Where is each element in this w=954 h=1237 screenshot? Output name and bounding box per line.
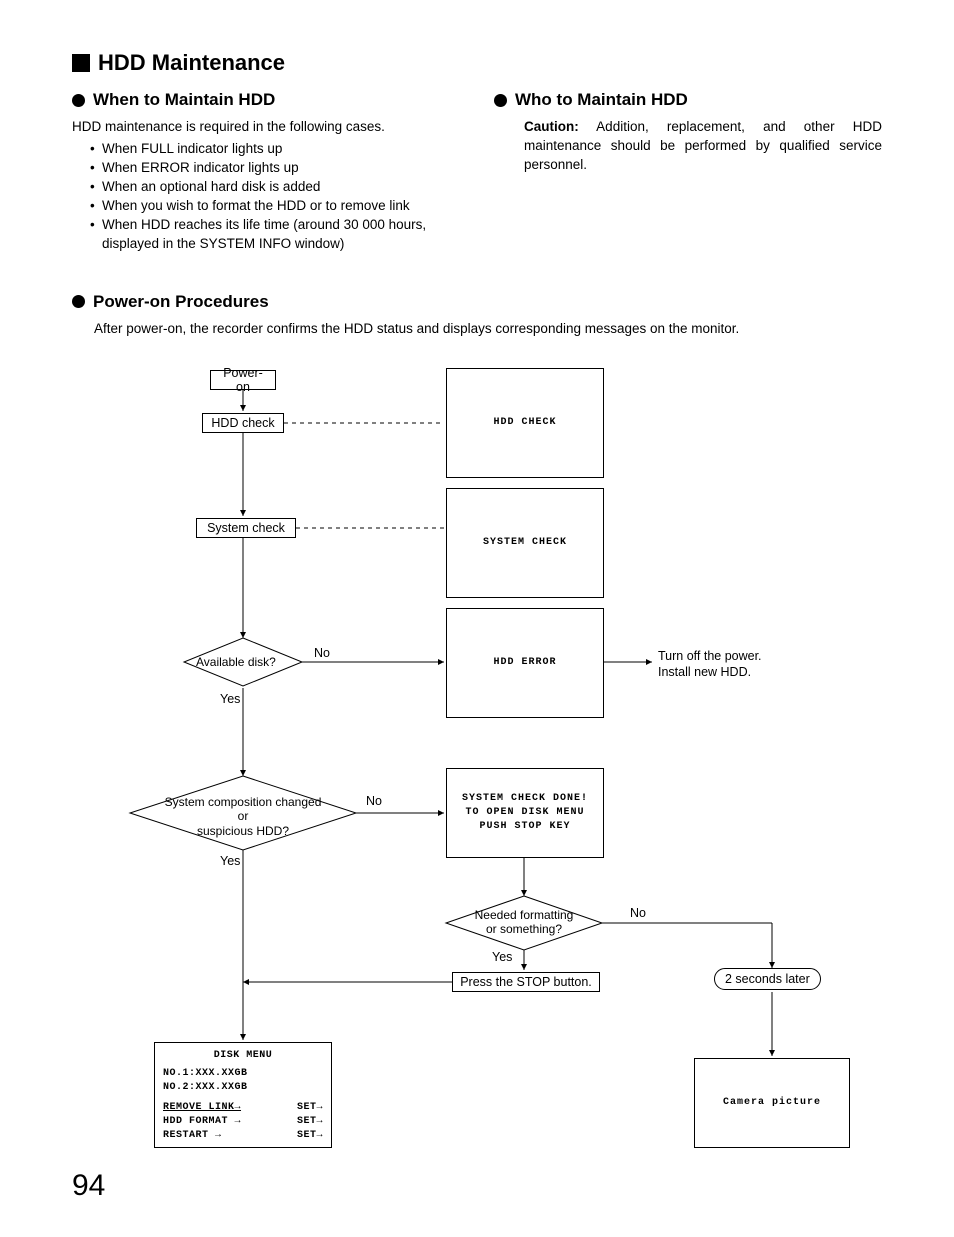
bullet-icon: [72, 94, 85, 107]
when-list: When FULL indicator lights up When ERROR…: [90, 140, 460, 253]
screen-hdd-error: HDD ERROR: [446, 608, 604, 718]
label-no: No: [314, 646, 330, 660]
screen-system-check: SYSTEM CHECK: [446, 488, 604, 598]
label-turn-off: Turn off the power. Install new HDD.: [658, 648, 762, 681]
two-column-layout: When to Maintain HDD HDD maintenance is …: [72, 90, 882, 254]
node-hdd-check: HDD check: [202, 413, 284, 433]
diamond-available-disk: Available disk?: [196, 655, 276, 669]
bullet-icon: [72, 295, 85, 308]
page-title: HDD Maintenance: [72, 50, 882, 76]
who-heading-text: Who to Maintain HDD: [515, 90, 688, 110]
title-square-icon: [72, 54, 90, 72]
when-heading-text: When to Maintain HDD: [93, 90, 275, 110]
label-yes: Yes: [220, 692, 240, 706]
node-two-seconds: 2 seconds later: [714, 968, 821, 990]
when-intro: HDD maintenance is required in the follo…: [72, 118, 460, 136]
list-item: When HDD reaches its life time (around 3…: [90, 216, 460, 254]
list-item: When an optional hard disk is added: [90, 178, 460, 197]
power-on-section: Power-on Procedures After power-on, the …: [72, 292, 882, 1168]
screen-disk-menu: DISK MENU NO.1:XXX.XXGB NO.2:XXX.XXGB RE…: [154, 1042, 332, 1148]
screen-system-done: SYSTEM CHECK DONE! TO OPEN DISK MENU PUS…: [446, 768, 604, 858]
diamond-sys-composition: System composition changed or suspicious…: [160, 795, 326, 838]
page-number: 94: [72, 1169, 105, 1203]
bullet-icon: [494, 94, 507, 107]
label-no: No: [366, 794, 382, 808]
list-item: When ERROR indicator lights up: [90, 159, 460, 178]
label-no: No: [630, 906, 646, 920]
screen-hdd-check: HDD CHECK: [446, 368, 604, 478]
power-heading: Power-on Procedures: [72, 292, 882, 312]
power-heading-text: Power-on Procedures: [93, 292, 269, 312]
left-column: When to Maintain HDD HDD maintenance is …: [72, 90, 460, 254]
list-item: When you wish to format the HDD or to re…: [90, 197, 460, 216]
node-press-stop: Press the STOP button.: [452, 972, 600, 992]
who-heading: Who to Maintain HDD: [494, 90, 882, 110]
list-item: When FULL indicator lights up: [90, 140, 460, 159]
right-column: Who to Maintain HDD Caution: Addition, r…: [494, 90, 882, 254]
title-text: HDD Maintenance: [98, 50, 285, 76]
label-yes: Yes: [220, 854, 240, 868]
flowchart: Power-on HDD check System check HDD CHEC…: [72, 348, 882, 1168]
label-yes: Yes: [492, 950, 512, 964]
power-intro: After power-on, the recorder confirms th…: [94, 320, 882, 338]
caution-label: Caution:: [524, 119, 579, 134]
screen-camera: Camera picture: [694, 1058, 850, 1148]
node-system-check: System check: [196, 518, 296, 538]
diamond-needed-formatting: Needed formatting or something?: [470, 908, 578, 937]
node-power-on: Power-on: [210, 370, 276, 390]
who-caution: Caution: Addition, replacement, and othe…: [524, 118, 882, 175]
when-heading: When to Maintain HDD: [72, 90, 460, 110]
